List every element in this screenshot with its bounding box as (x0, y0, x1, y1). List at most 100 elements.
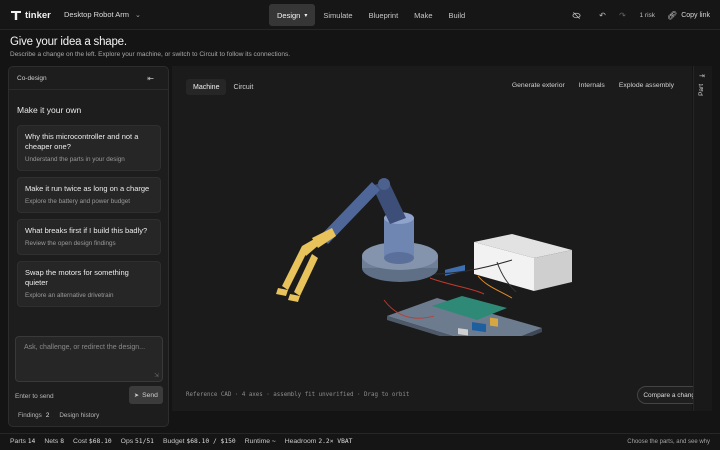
tab-machine[interactable]: Machine (186, 79, 227, 95)
model-viewport[interactable]: Machine Circuit Generate exterior Intern… (172, 66, 705, 411)
suggestion-card[interactable]: Swap the motors for something quieter Ex… (17, 261, 161, 307)
app-logo[interactable]: tinker (10, 9, 51, 21)
gripper (276, 228, 336, 302)
stat-nets: Nets 8 (44, 438, 64, 445)
copy-link-button[interactable]: 🔗︎ Copy link (667, 11, 710, 20)
chevron-down-icon: ⌄ (135, 11, 141, 19)
part-rail[interactable]: ⇥ Part (693, 66, 712, 411)
generate-exterior-button[interactable]: Generate exterior (512, 82, 565, 89)
view-tabs: Machine Circuit (186, 79, 260, 95)
nav-tab-label: Design (277, 10, 301, 20)
nav-tab-label: Simulate (323, 10, 353, 20)
expand-panel-icon[interactable]: ⇥ (699, 72, 705, 80)
resize-grip-icon[interactable]: ⇲ (154, 372, 159, 379)
stat-value: $68.10 (88, 438, 112, 445)
nav-tab-simulate[interactable]: Simulate (315, 4, 360, 26)
design-prompt-input[interactable]: Ask, challenge, or redirect the design..… (15, 336, 163, 382)
link-icon: 🔗︎ (667, 10, 678, 20)
stat-value: 2.2× VBAT (318, 438, 353, 445)
tinker-logo-icon (11, 11, 21, 20)
suggestion-subtitle: Explore the battery and power budget (25, 198, 131, 205)
stat-value: 8 (60, 438, 65, 445)
design-history-tab[interactable]: Design history (59, 412, 99, 419)
suggestion-card[interactable]: Why this microcontroller and not a cheap… (17, 125, 161, 171)
findings-label: Findings (18, 412, 42, 419)
reference-status: Reference CAD · 4 axes · assembly fit un… (186, 392, 410, 398)
main-nav: Design ▾ Simulate Blueprint Make Build (269, 4, 473, 26)
stat-label: Nets (44, 438, 59, 445)
page-subtitle: Describe a change on the left. Explore y… (10, 51, 290, 58)
findings-tab[interactable]: Findings 2 (18, 412, 49, 419)
stat-label: Headroom (284, 438, 317, 445)
stat-label: Cost (73, 438, 88, 445)
design-stats: Parts 14 Nets 8 Cost $68.10 Ops 51/51 Bu… (10, 438, 361, 445)
project-name: Desktop Robot Arm (64, 10, 130, 19)
suggestion-title: Swap the motors for something quieter (25, 268, 129, 287)
panel-title: Co-design (17, 75, 47, 82)
stat-value: ~ (271, 438, 276, 445)
prompt-placeholder: Ask, challenge, or redirect the design..… (24, 344, 146, 351)
collapse-panel-icon[interactable]: ⇤ (147, 74, 154, 83)
stat-label: Runtime (244, 438, 271, 445)
suggestion-card[interactable]: Make it run twice as long on a charge Ex… (17, 177, 161, 213)
undo-icon[interactable]: ↶ (596, 8, 610, 22)
stat-label: Parts (10, 438, 26, 445)
stat-headroom: Headroom 2.2× VBAT (285, 438, 353, 445)
stat-value: 51/51 (135, 438, 154, 445)
stat-parts: Parts 14 (10, 438, 35, 445)
status-hint: Choose the parts, and see why (627, 439, 710, 445)
divider (9, 89, 168, 90)
stat-label: Ops (120, 438, 134, 445)
history-label: Design history (59, 412, 100, 419)
suggestion-card[interactable]: What breaks first if I build this badly?… (17, 219, 161, 255)
tab-label: Circuit (233, 83, 254, 91)
explode-assembly-button[interactable]: Explode assembly (619, 82, 674, 89)
copy-link-label: Copy link (681, 11, 710, 19)
robot-arm-3d-model[interactable] (272, 166, 592, 336)
nav-tab-blueprint[interactable]: Blueprint (361, 4, 407, 26)
stat-budget: Budget $68.10 / $150 (163, 438, 236, 445)
suggestion-subtitle: Explore an alternative drivetrain (25, 292, 114, 299)
send-icon: ➤ (134, 392, 140, 399)
enter-hint: Enter to send (15, 393, 54, 400)
redo-icon[interactable]: ↷ (616, 8, 630, 22)
stat-runtime: Runtime ~ (245, 438, 276, 445)
project-switcher[interactable]: Desktop Robot Arm ⌄ (64, 10, 141, 19)
nav-tab-label: Build (448, 10, 466, 20)
toolbar-right: ↶ ↷ 1 risk 🔗︎ Copy link (564, 8, 710, 22)
tab-circuit[interactable]: Circuit (226, 79, 260, 95)
suggestion-title: Why this microcontroller and not a cheap… (25, 132, 139, 151)
send-label: Send (142, 391, 158, 399)
app-name: tinker (25, 9, 51, 21)
chevron-down-icon: ▾ (304, 12, 308, 19)
stat-value: $68.10 / $150 (186, 438, 236, 445)
codesign-panel: Co-design ⇤ Make it your own Why this mi… (8, 66, 169, 427)
risk-count[interactable]: 1 risk (640, 12, 656, 19)
nav-tab-make[interactable]: Make (406, 4, 440, 26)
send-button[interactable]: ➤ Send (129, 386, 163, 404)
part-rail-label: Part (698, 84, 705, 96)
internals-button[interactable]: Internals (579, 82, 605, 89)
page-title: Give your idea a shape. (10, 36, 127, 48)
nav-tab-label: Make (414, 10, 433, 20)
stat-value: 14 (27, 438, 36, 445)
suggestion-title: What breaks first if I build this badly? (25, 226, 148, 235)
suggestion-title: Make it run twice as long on a charge (25, 184, 150, 193)
nav-tab-design[interactable]: Design ▾ (269, 4, 316, 26)
hide-icon[interactable] (570, 8, 584, 22)
nav-tab-build[interactable]: Build (441, 4, 474, 26)
status-bar: Parts 14 Nets 8 Cost $68.10 Ops 51/51 Bu… (0, 433, 720, 450)
suggestion-list: Why this microcontroller and not a cheap… (17, 125, 161, 313)
suggestion-subtitle: Review the open design findings (25, 240, 116, 247)
stat-cost: Cost $68.10 (73, 438, 112, 445)
findings-count: 2 (45, 412, 50, 419)
suggestion-subtitle: Understand the parts in your design (25, 156, 125, 163)
top-bar: tinker Desktop Robot Arm ⌄ Design ▾ Simu… (0, 0, 720, 30)
view-actions: Generate exterior Internals Explode asse… (498, 82, 674, 89)
section-title: Make it your own (17, 105, 82, 115)
stat-ops: Ops 51/51 (121, 438, 154, 445)
tab-label: Machine (193, 83, 220, 91)
stat-label: Budget (162, 438, 185, 445)
nav-tab-label: Blueprint (368, 10, 399, 20)
panel-footer: Findings 2 Design history (8, 412, 99, 419)
